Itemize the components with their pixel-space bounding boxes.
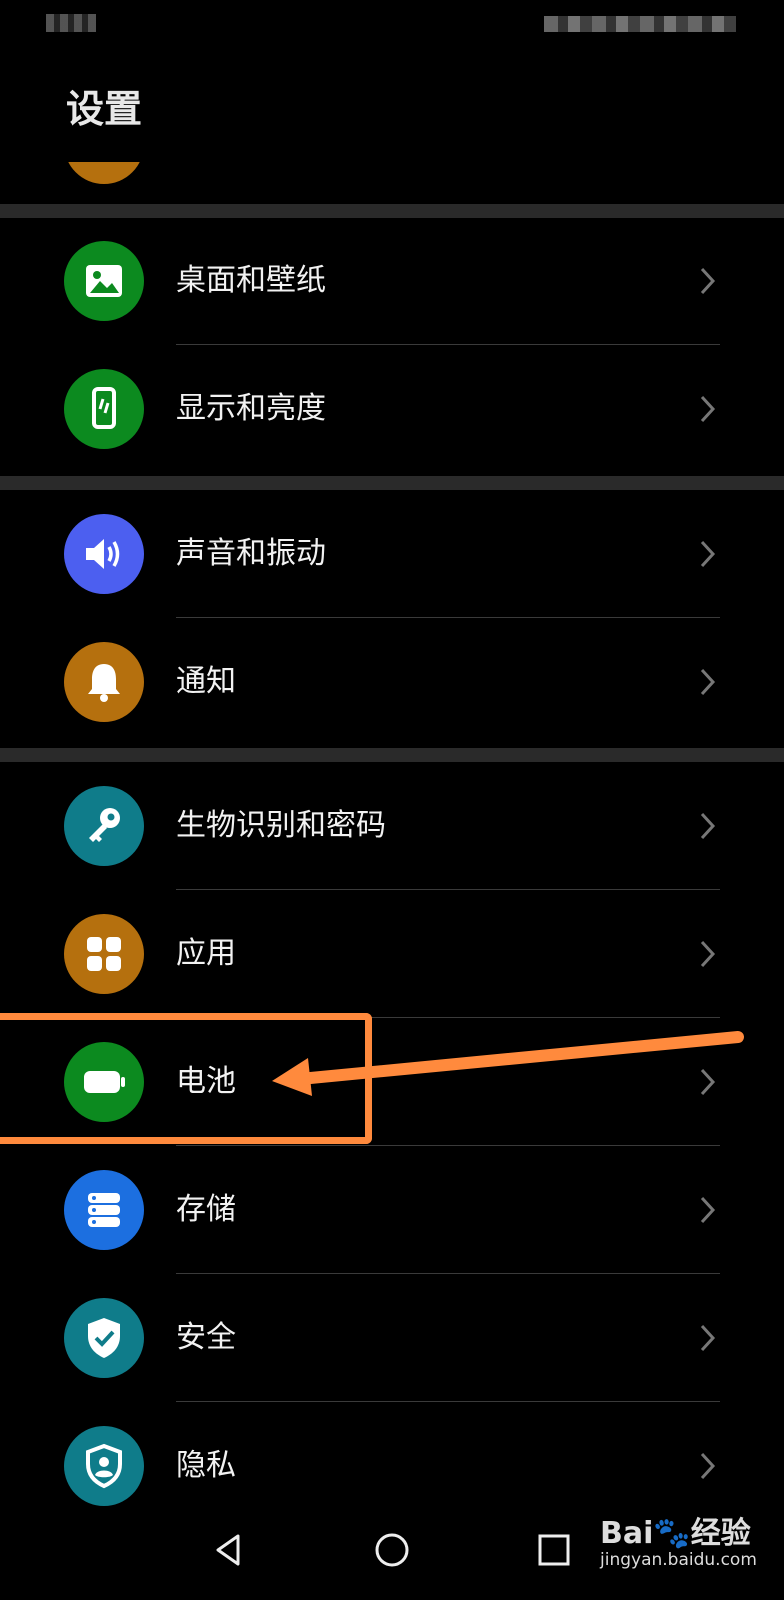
settings-item-biometrics[interactable]: 生物识别和密码 [0, 762, 784, 890]
privacy-shield-icon [64, 1426, 144, 1506]
settings-item-label: 隐私 [176, 1448, 236, 1483]
chevron-right-icon [700, 812, 716, 840]
chevron-right-icon [700, 395, 716, 423]
chevron-right-icon [700, 940, 716, 968]
chevron-right-icon [700, 1196, 716, 1224]
chevron-right-icon [700, 1068, 716, 1096]
status-icons-right-blurred [544, 16, 736, 32]
status-icons-left-blurred [46, 14, 96, 32]
storage-icon [64, 1170, 144, 1250]
settings-item-display[interactable]: 显示和亮度 [0, 345, 784, 473]
settings-item-label: 通知 [176, 664, 236, 699]
settings-item-label: 应用 [176, 936, 236, 971]
shield-check-icon [64, 1298, 144, 1378]
settings-item-storage[interactable]: 存储 [0, 1146, 784, 1274]
watermark-url: jingyan.baidu.com [600, 1550, 757, 1570]
highlight-box [0, 1013, 372, 1144]
settings-item-label: 安全 [176, 1320, 236, 1355]
settings-item-sound[interactable]: 声音和振动 [0, 490, 784, 618]
settings-item-label: 桌面和壁纸 [176, 263, 326, 298]
wallpaper-icon [64, 241, 144, 321]
section-divider [0, 204, 784, 218]
settings-item-apps[interactable]: 应用 [0, 890, 784, 1018]
baidu-watermark: Bai🐾经验 jingyan.baidu.com [600, 1508, 757, 1570]
watermark-logo: Bai🐾经验 [600, 1516, 751, 1551]
section-divider [0, 476, 784, 490]
settings-item-label: 存储 [176, 1192, 236, 1227]
settings-item-notifications[interactable]: 通知 [0, 618, 784, 746]
settings-item-label: 生物识别和密码 [176, 808, 386, 843]
chevron-right-icon [700, 267, 716, 295]
settings-item-label: 声音和振动 [176, 536, 326, 571]
settings-item-wallpaper[interactable]: 桌面和壁纸 [0, 217, 784, 345]
recents-icon[interactable] [522, 1518, 586, 1582]
chevron-right-icon [700, 1324, 716, 1352]
page-title: 设置 [66, 87, 143, 131]
apps-grid-icon [64, 914, 144, 994]
chevron-right-icon [700, 668, 716, 696]
chevron-right-icon [700, 540, 716, 568]
chevron-right-icon [700, 1452, 716, 1480]
display-icon [64, 369, 144, 449]
home-icon[interactable] [360, 1518, 424, 1582]
speaker-icon [64, 514, 144, 594]
key-icon [64, 786, 144, 866]
status-bar [0, 0, 784, 40]
back-icon[interactable] [196, 1518, 260, 1582]
settings-item-security[interactable]: 安全 [0, 1274, 784, 1402]
section-divider [0, 748, 784, 762]
settings-item-label: 显示和亮度 [176, 391, 326, 426]
bell-icon [64, 642, 144, 722]
